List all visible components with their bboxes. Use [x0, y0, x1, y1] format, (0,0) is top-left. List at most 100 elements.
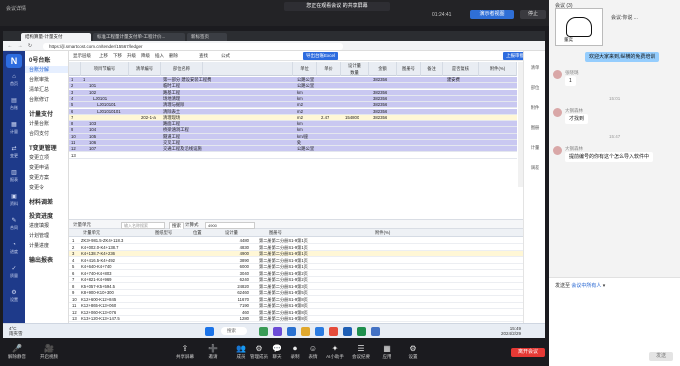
- measure-row[interactable]: 9 K8+900-K10+300 62460 第二册第二分册S1-9第5页: [69, 290, 523, 297]
- table-row[interactable]: 10 105 隧道工程 km/座: [69, 133, 517, 140]
- toolbar-upgrade[interactable]: 升级: [127, 53, 136, 59]
- rail-item-quality[interactable]: ✓ 质量: [5, 265, 23, 281]
- measure-row[interactable]: 11 K12+865-K13+060 7190 第二册第二分册S1-9第8页: [69, 303, 523, 310]
- col-amount[interactable]: 金额: [369, 62, 397, 76]
- table-row[interactable]: 9 104 桥梁涵洞工程 km: [69, 127, 517, 134]
- meeting-btn-invite[interactable]: ➕ 邀请: [198, 343, 228, 360]
- table-row[interactable]: 11 106 交叉工程 处: [69, 140, 517, 147]
- forward-icon[interactable]: →: [17, 43, 23, 49]
- rail-item-measure[interactable]: ▦ 计量: [5, 121, 23, 137]
- nav-item-ledger-approve[interactable]: 台账审批: [29, 76, 49, 83]
- measure-row[interactable]: 4 K4+416.5-K4+492 3890 第二册第二分册S1-9第1页: [69, 258, 523, 264]
- browser-tab-1[interactable]: 结构算量-计量支付: [21, 33, 91, 41]
- nav-item-progress-fill[interactable]: 进度填报: [29, 222, 49, 229]
- stop-button[interactable]: 停止: [520, 10, 546, 19]
- col-attach[interactable]: 附件(%): [479, 62, 517, 76]
- table-row[interactable]: 12 107 交通工程及沿线设施 公路公里: [69, 146, 517, 153]
- app-icon-4[interactable]: [329, 327, 338, 336]
- nav-item-change-project[interactable]: 变更立项: [29, 154, 49, 161]
- measure-row[interactable]: 13 K13+120-K13+147.5 1280 第二册第二分册S1-9第8页: [69, 316, 523, 323]
- measure-row[interactable]: 5 K4+640-K4+740 6000 第二册第二分册S1-9第1页: [69, 264, 523, 271]
- side-tab-attach[interactable]: 附件: [530, 105, 540, 110]
- nav-item-plan-manage[interactable]: 计划管理: [29, 232, 49, 239]
- col-unit[interactable]: 单位: [293, 62, 317, 76]
- app-icon-2[interactable]: [273, 327, 282, 336]
- nav-item-bill-summary[interactable]: 清单汇总: [29, 86, 49, 93]
- table-row[interactable]: 13: [69, 153, 517, 159]
- avatar[interactable]: [553, 108, 562, 117]
- measure-row[interactable]: 1 ZK3+981.5-ZK4+118.3 4480 第二册第二分册S1-9第1页: [69, 238, 523, 245]
- table-row[interactable]: 2 101 临时工程 公路公里: [69, 83, 517, 90]
- table-row[interactable]: 6 LJ01010101 清除表土 m2 382356: [69, 108, 517, 115]
- rail-item-ledger[interactable]: ▤ 台账: [5, 97, 23, 113]
- measure-unit-search[interactable]: 输入名称搜索: [121, 221, 165, 229]
- rail-item-contract[interactable]: ✎ 合同: [5, 217, 23, 233]
- word-icon[interactable]: [343, 327, 352, 336]
- bcol-position[interactable]: 位置: [193, 229, 202, 237]
- send-button[interactable]: 发送: [649, 352, 673, 361]
- table-row[interactable]: 1 1 第一部分 建设安装工程费 公路公里 382356 建安费: [69, 77, 517, 84]
- toolbar-formula[interactable]: 公式: [221, 53, 230, 59]
- bcol-drawing[interactable]: 图册号: [269, 229, 282, 237]
- avatar[interactable]: [553, 70, 562, 79]
- bcol-design-qty[interactable]: 设计量: [225, 229, 238, 237]
- nav-item-change-apply[interactable]: 变更申请: [29, 164, 49, 171]
- measure-row[interactable]: 3 K4+138.7-K4+236 4900 第二册第二分册S1-9第1页: [69, 251, 523, 258]
- table-row[interactable]: 5 LJ010101 清理与掘除 m2 382356: [69, 102, 517, 109]
- bcol-unit[interactable]: 计量单元: [83, 229, 100, 237]
- leave-meeting-button[interactable]: 离开会议: [511, 348, 545, 357]
- measure-row[interactable]: 10 K12+600-K12+845 11670 第二册第二分册S1-9第8页: [69, 297, 523, 303]
- meeting-btn-settings[interactable]: ⚙ 设置: [398, 343, 428, 360]
- rail-item-home[interactable]: ⌂ 首页: [5, 73, 23, 89]
- col-note[interactable]: 备注: [421, 62, 443, 76]
- send-to[interactable]: 发送至 会议中所有人 ▾: [555, 282, 605, 289]
- weather-widget[interactable]: 4°C 雨夹雪: [9, 326, 23, 336]
- rail-item-change[interactable]: ⇄ 变更: [5, 145, 23, 161]
- rail-item-progress[interactable]: ◔ 进度: [5, 241, 23, 257]
- taskbar-clock[interactable]: 15:49 2024/2/29: [501, 326, 521, 336]
- nav-item-change-order[interactable]: 变更令: [29, 184, 44, 191]
- table-row[interactable]: 8 103 路面工程 km: [69, 121, 517, 128]
- taskbar-search[interactable]: 搜索: [221, 327, 247, 335]
- bcol-model[interactable]: 图纸型号: [155, 229, 172, 237]
- table-row[interactable]: 4 LJ0101 场地清理 km 382356: [69, 95, 517, 103]
- side-tab-bill[interactable]: 清单: [530, 65, 540, 70]
- app-icon-1[interactable]: [259, 327, 268, 336]
- side-tab-drawing[interactable]: 图册: [530, 125, 540, 130]
- meeting-btn-share[interactable]: ⇪ 共享屏幕: [170, 343, 200, 360]
- back-icon[interactable]: ←: [7, 43, 13, 49]
- avatar[interactable]: [553, 146, 562, 155]
- nav-head-material[interactable]: 材料调差: [29, 197, 53, 206]
- nav-item-change-plan[interactable]: 变更方案: [29, 174, 49, 181]
- rail-item-report[interactable]: ▥ 报表: [5, 169, 23, 185]
- folder-icon[interactable]: [301, 327, 310, 336]
- rail-item-settings[interactable]: ⚙ 设置: [5, 289, 23, 305]
- toolbar-downgrade[interactable]: 降级: [141, 53, 150, 59]
- browser-tab-2[interactable]: 标准工程量计量支付单-工程计价...: [93, 33, 185, 41]
- chat-message[interactable]: 才找到: [565, 114, 589, 124]
- col-drawing[interactable]: 图册号: [397, 62, 421, 76]
- toolbar-down[interactable]: 下移: [113, 53, 122, 59]
- presenter-view-button[interactable]: 演示者视图: [470, 10, 514, 19]
- nav-head-reports[interactable]: 输出报表: [29, 255, 53, 264]
- meeting-btn-camera-off[interactable]: 🎥 开启视频: [34, 343, 64, 360]
- browser-icon[interactable]: [315, 327, 324, 336]
- reload-icon[interactable]: ↻: [27, 43, 33, 49]
- app-icon-3[interactable]: [287, 327, 296, 336]
- nav-item-ledger-revise[interactable]: 台账修订: [29, 96, 49, 103]
- measure-row[interactable]: 7 K4+821-K4+969 6240 第二册第二分册S1-9第2页: [69, 277, 523, 284]
- browser-tab-3[interactable]: 新标签页: [187, 33, 227, 41]
- table-row[interactable]: 3 102 路基工程 km 382356: [69, 89, 517, 96]
- toolbar-up[interactable]: 上移: [99, 53, 108, 59]
- chat-message[interactable]: 1: [565, 76, 576, 86]
- url-input[interactable]: https://jl.smartcost.com.cn/tender/15567…: [43, 42, 343, 50]
- excel-icon[interactable]: [357, 327, 366, 336]
- formula-input[interactable]: 4900: [205, 221, 255, 229]
- col-item-code[interactable]: 项目节编号: [81, 62, 129, 76]
- toolbar-insert[interactable]: 插入: [155, 53, 164, 59]
- nav-item-measure-ledger[interactable]: 计量台账: [29, 120, 49, 127]
- chat-message[interactable]: 提前编号的你有这个怎么导入软件中: [565, 152, 654, 162]
- measure-row[interactable]: 2 K4+002.0-K4+138.7 4830 第二册第二分册S1-9第1页: [69, 245, 523, 251]
- col-price[interactable]: 单价: [317, 62, 341, 76]
- col-review[interactable]: 是否复核: [443, 62, 479, 76]
